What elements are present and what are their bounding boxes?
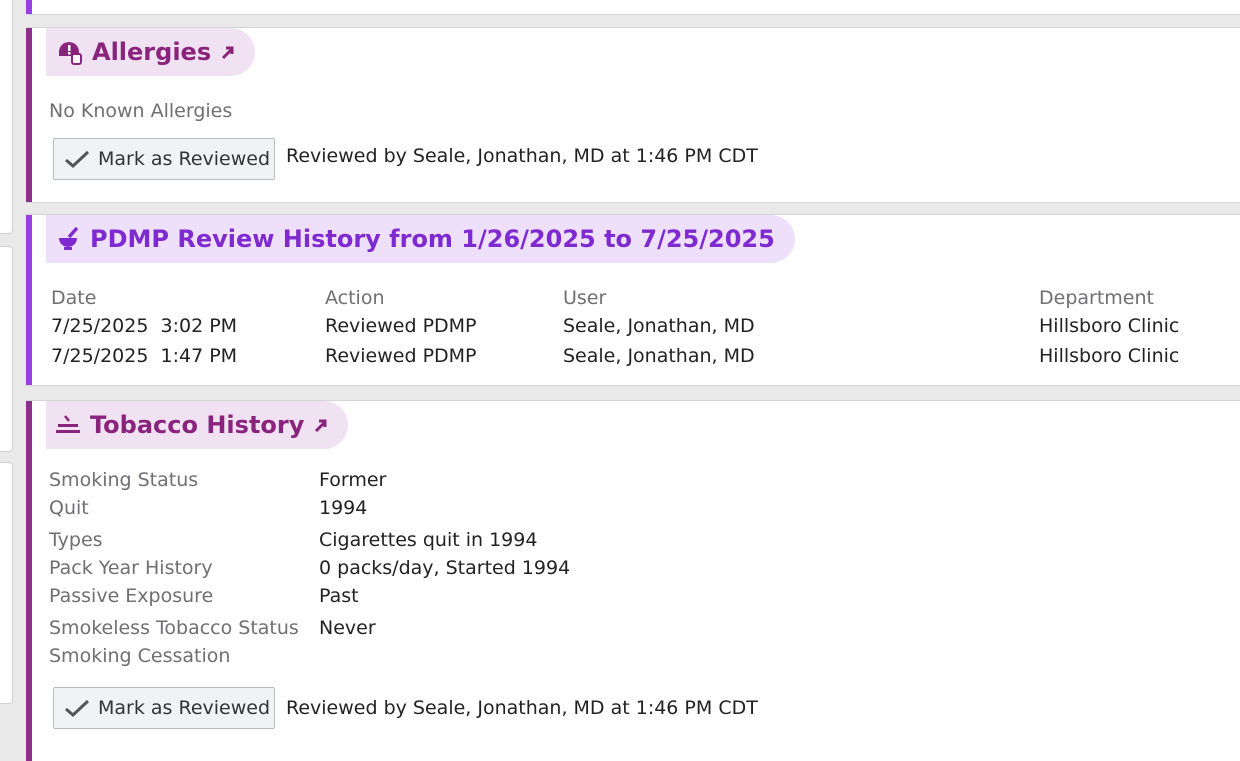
cell-action: Reviewed PDMP: [325, 315, 477, 337]
column-header-department: Department: [1039, 287, 1154, 309]
pdmp-header: PDMP Review History from 1/26/2025 to 7/…: [46, 215, 795, 263]
button-label: Mark as Reviewed: [98, 148, 271, 170]
checkmark-icon: [65, 699, 90, 718]
cell-date: 7/25/2025 3:02 PM: [51, 315, 238, 337]
cell-action: Reviewed PDMP: [325, 345, 477, 367]
reviewed-by-text: Reviewed by Seale, Jonathan, MD at 1:46 …: [286, 145, 758, 167]
cell-department: Hillsboro Clinic: [1039, 345, 1180, 367]
section-title: Tobacco History: [90, 411, 305, 439]
mark-as-reviewed-button[interactable]: Mark as Reviewed: [53, 138, 275, 180]
previous-section-remnant: [26, 0, 1240, 14]
open-external-icon[interactable]: [312, 417, 328, 433]
pdmp-section: PDMP Review History from 1/26/2025 to 7/…: [26, 215, 1240, 385]
field-value: 0 packs/day, Started 1994: [319, 557, 571, 579]
field-label: Smokeless Tobacco Status: [49, 617, 299, 639]
allergy-alert-icon: [56, 39, 84, 65]
field-value: Past: [319, 585, 359, 607]
mark-as-reviewed-button[interactable]: Mark as Reviewed: [53, 687, 275, 729]
field-value: 1994: [319, 497, 368, 519]
left-gutter-panel: [0, 0, 13, 234]
button-label: Mark as Reviewed: [98, 697, 271, 719]
column-header-user: User: [563, 287, 607, 309]
column-header-action: Action: [325, 287, 385, 309]
tobacco-header[interactable]: Tobacco History: [46, 401, 349, 449]
cell-user: Seale, Jonathan, MD: [563, 315, 755, 337]
field-label: Pack Year History: [49, 557, 213, 579]
field-value: Former: [319, 469, 387, 491]
field-value: Cigarettes quit in 1994: [319, 529, 538, 551]
open-external-icon[interactable]: [219, 44, 235, 60]
cigarette-icon: [56, 414, 82, 436]
allergies-section: Allergies No Known Allergies Mark as Rev…: [26, 28, 1240, 202]
field-label: Passive Exposure: [49, 585, 214, 607]
column-header-date: Date: [51, 287, 97, 309]
field-label: Quit: [49, 497, 89, 519]
left-gutter-panel: [0, 246, 13, 452]
allergies-header[interactable]: Allergies: [46, 28, 256, 76]
section-title: Allergies: [92, 38, 212, 66]
allergy-status-text: No Known Allergies: [49, 100, 233, 122]
section-title: PDMP Review History from 1/26/2025 to 7/…: [90, 225, 775, 253]
field-value: Never: [319, 617, 376, 639]
field-label: Smoking Status: [49, 469, 199, 491]
left-gutter-panel: [0, 462, 13, 704]
field-label: Types: [49, 529, 103, 551]
reviewed-by-text: Reviewed by Seale, Jonathan, MD at 1:46 …: [286, 697, 758, 719]
cell-department: Hillsboro Clinic: [1039, 315, 1180, 337]
cell-date: 7/25/2025 1:47 PM: [51, 345, 238, 367]
tobacco-section: Tobacco History Smoking Status Former Qu…: [26, 401, 1240, 761]
mortar-pestle-icon: [56, 226, 82, 252]
cell-user: Seale, Jonathan, MD: [563, 345, 755, 367]
checkmark-icon: [65, 150, 90, 169]
field-label: Smoking Cessation: [49, 645, 231, 667]
